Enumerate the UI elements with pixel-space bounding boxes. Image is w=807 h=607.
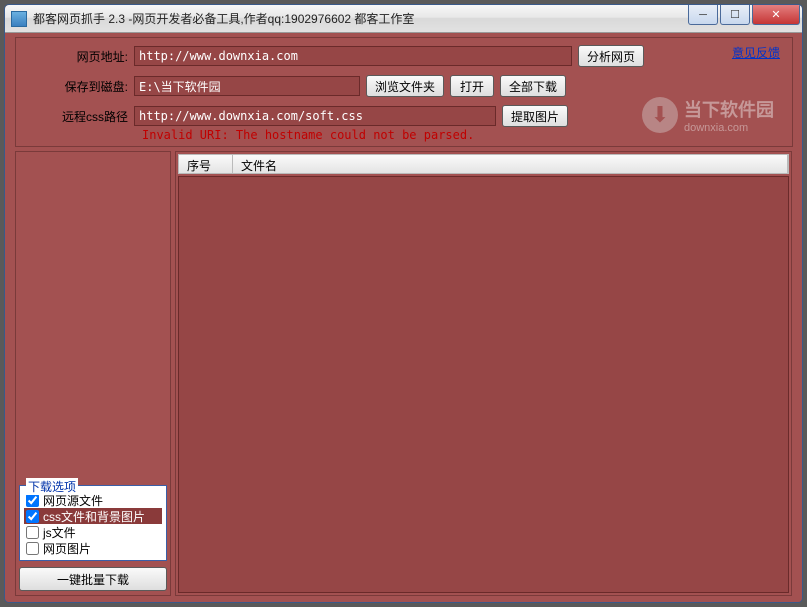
list-panel: 序号 文件名: [175, 151, 792, 596]
option-js-label: js文件: [43, 524, 76, 541]
watermark-title: 当下软件园: [684, 96, 774, 122]
list-body[interactable]: [178, 176, 789, 593]
option-img-label: 网页图片: [43, 540, 91, 557]
column-seq[interactable]: 序号: [179, 155, 233, 173]
option-css[interactable]: css文件和背景图片: [24, 508, 162, 524]
url-label: 网页地址:: [16, 48, 134, 65]
download-all-button[interactable]: 全部下载: [500, 75, 566, 97]
watermark-url: downxia.com: [684, 122, 774, 134]
app-window: 都客网页抓手 2.3 -网页开发者必备工具,作者qq:1902976602 都客…: [4, 4, 803, 603]
bulk-download-button[interactable]: 一键批量下载: [19, 567, 167, 591]
url-input[interactable]: [134, 46, 572, 66]
save-label: 保存到磁盘:: [16, 78, 134, 95]
close-button[interactable]: ✕: [752, 5, 800, 25]
save-path-input[interactable]: [134, 76, 360, 96]
column-filename[interactable]: 文件名: [233, 155, 788, 173]
download-options-group: 下载选项 网页源文件 css文件和背景图片 js文件 网页图片: [19, 485, 167, 561]
option-js[interactable]: js文件: [24, 524, 162, 540]
top-panel: 意见反馈 网页地址: 分析网页 保存到磁盘: 浏览文件夹 打开 全部下载 远程c…: [15, 37, 793, 147]
extract-image-button[interactable]: 提取图片: [502, 105, 568, 127]
css-label: 远程css路径: [16, 108, 134, 125]
browse-folder-button[interactable]: 浏览文件夹: [366, 75, 444, 97]
maximize-button[interactable]: ☐: [720, 5, 750, 25]
list-header: 序号 文件名: [178, 154, 789, 174]
watermark: ⬇ 当下软件园 downxia.com: [642, 96, 774, 134]
option-css-label: css文件和背景图片: [43, 508, 145, 525]
option-js-checkbox[interactable]: [26, 526, 39, 539]
option-source-checkbox[interactable]: [26, 494, 39, 507]
minimize-button[interactable]: ─: [688, 5, 718, 25]
download-arrow-icon: ⬇: [642, 97, 678, 133]
option-css-checkbox[interactable]: [26, 510, 39, 523]
titlebar[interactable]: 都客网页抓手 2.3 -网页开发者必备工具,作者qq:1902976602 都客…: [5, 5, 802, 33]
error-message: Invalid URI: The hostname could not be p…: [142, 128, 474, 142]
download-options-legend: 下载选项: [26, 478, 78, 495]
analyze-button[interactable]: 分析网页: [578, 45, 644, 67]
option-img-checkbox[interactable]: [26, 542, 39, 555]
window-title: 都客网页抓手 2.3 -网页开发者必备工具,作者qq:1902976602 都客…: [33, 10, 414, 27]
css-path-input[interactable]: [134, 106, 496, 126]
app-icon: [11, 11, 27, 27]
feedback-link[interactable]: 意见反馈: [732, 44, 780, 61]
option-img[interactable]: 网页图片: [24, 540, 162, 556]
left-panel: 下载选项 网页源文件 css文件和背景图片 js文件 网页图片: [15, 151, 171, 596]
open-button[interactable]: 打开: [450, 75, 494, 97]
content-area: 意见反馈 网页地址: 分析网页 保存到磁盘: 浏览文件夹 打开 全部下载 远程c…: [5, 33, 802, 602]
